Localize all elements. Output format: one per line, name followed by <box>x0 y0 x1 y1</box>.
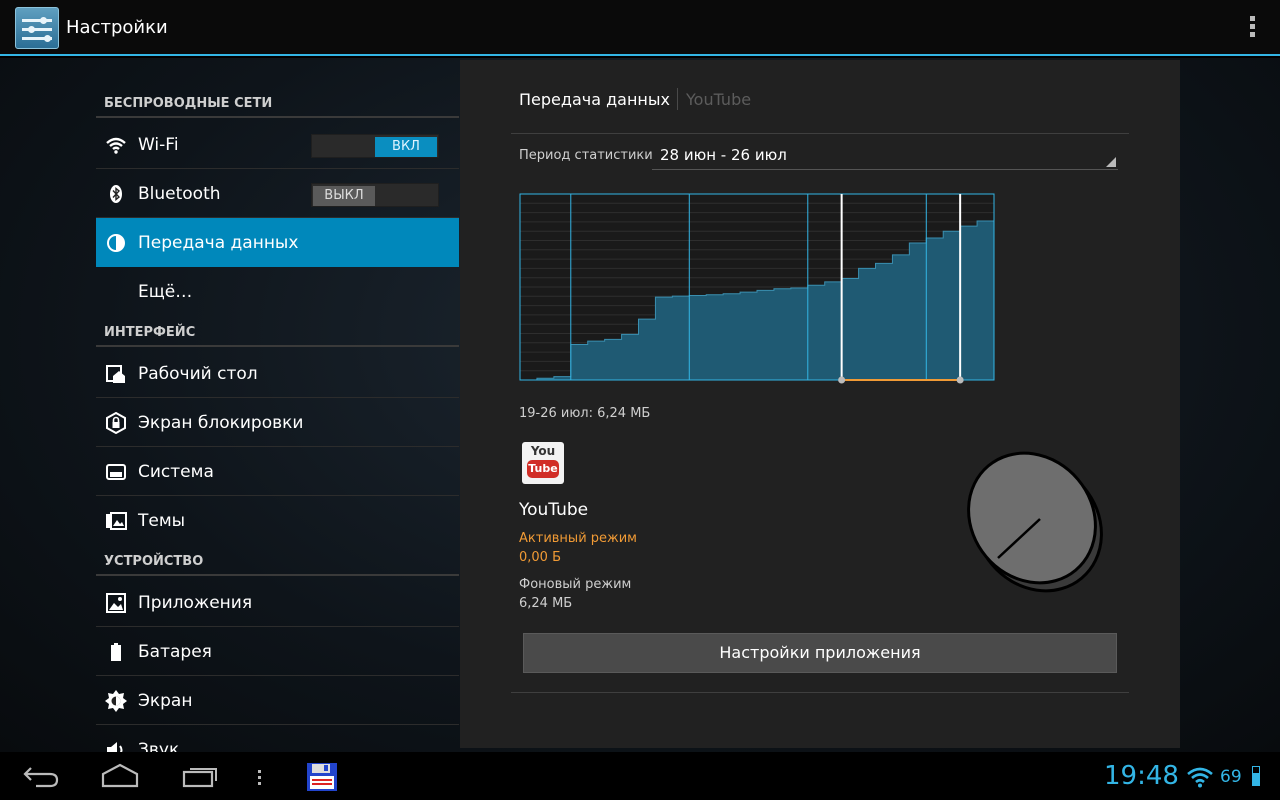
data-usage-chart[interactable] <box>518 188 1000 388</box>
navigation-bar: 19:48 69 <box>0 752 1280 800</box>
sidebar-item-lockscreen[interactable]: Экран блокировки <box>96 398 459 447</box>
bluetooth-toggle-state: ВЫКЛ <box>313 186 375 206</box>
sidebar-item-label: Приложения <box>138 593 253 613</box>
menu-icon[interactable] <box>255 760 265 792</box>
sidebar-item-apps[interactable]: Приложения <box>96 578 459 627</box>
sidebar-item-battery[interactable]: Батарея <box>96 627 459 676</box>
background-label: Фоновый режим <box>519 577 632 592</box>
foreground-value: 0,00 Б <box>519 550 561 565</box>
chart-selection-start-handle <box>838 376 846 384</box>
selected-range-usage: 19-26 июл: 6,24 МБ <box>519 406 651 421</box>
sidebar-item-label: Система <box>138 462 214 482</box>
sidebar-item-label: Bluetooth <box>138 184 221 204</box>
sidebar-item-label: Темы <box>138 511 186 531</box>
back-icon[interactable] <box>22 760 60 792</box>
recent-apps-icon[interactable] <box>182 760 220 792</box>
sidebar-item-label: Экран блокировки <box>138 413 304 433</box>
youtube-logo-tube: Tube <box>527 460 559 478</box>
wifi-toggle-state: ВКЛ <box>375 137 437 157</box>
action-bar: Настройки <box>0 0 1280 56</box>
data-usage-icon <box>105 232 127 254</box>
sidebar-item-label: Звук <box>138 740 180 752</box>
youtube-logo-you: You <box>530 444 556 458</box>
battery-level: 69 <box>1220 767 1242 787</box>
app-title: Настройки <box>66 17 168 38</box>
wifi-toggle[interactable]: ВКЛ <box>311 134 439 158</box>
content-area: БЕСПРОВОДНЫЕ СЕТИ Wi-Fi ВКЛ Bluetooth ВЫ… <box>0 58 1280 752</box>
background-value: 6,24 МБ <box>519 596 573 611</box>
bluetooth-icon <box>105 183 127 205</box>
brightness-icon <box>105 690 127 712</box>
sidebar-item-label: Экран <box>138 691 193 711</box>
speaker-icon <box>105 739 127 752</box>
sidebar-item-label: Wi-Fi <box>138 135 179 155</box>
wifi-signal-icon <box>1187 767 1213 788</box>
foreground-label: Активный режим <box>519 531 637 546</box>
sidebar-item-themes[interactable]: Темы <box>96 496 459 545</box>
section-header-device: УСТРОЙСТВО <box>96 546 459 576</box>
sidebar-item-label: Передача данных <box>138 233 299 253</box>
chart-selection-end-handle <box>956 376 964 384</box>
usage-pie-chart <box>967 451 1103 593</box>
sidebar-item-display[interactable]: Экран <box>96 676 459 725</box>
sidebar-item-data-usage[interactable]: Передача данных <box>96 218 459 267</box>
period-label: Период статистики <box>519 148 653 163</box>
panel-title: Передача данных <box>519 90 670 109</box>
settings-app-icon[interactable] <box>15 7 59 49</box>
title-divider <box>677 88 678 110</box>
sidebar-item-label: Батарея <box>138 642 212 662</box>
status-clock[interactable]: 19:48 <box>1104 761 1179 791</box>
wifi-icon <box>105 134 127 156</box>
period-dropdown[interactable]: 28 июн - 26 июл <box>652 144 1118 170</box>
app-name: YouTube <box>519 500 589 520</box>
battery-icon <box>105 641 127 663</box>
overflow-menu-icon[interactable] <box>1250 16 1256 38</box>
period-value: 28 июн - 26 июл <box>660 146 787 164</box>
sidebar-item-label: Рабочий стол <box>138 364 258 384</box>
sidebar-item-system[interactable]: Система <box>96 447 459 496</box>
apps-icon <box>105 592 127 614</box>
divider <box>511 133 1129 134</box>
system-icon <box>105 461 127 483</box>
save-notification-icon[interactable] <box>306 761 338 793</box>
section-header-interface: ИНТЕРФЕЙС <box>96 317 459 347</box>
settings-sidebar: БЕСПРОВОДНЫЕ СЕТИ Wi-Fi ВКЛ Bluetooth ВЫ… <box>96 58 459 752</box>
app-settings-button[interactable]: Настройки приложения <box>523 633 1117 673</box>
data-usage-panel: Передача данных YouTube Период статистик… <box>460 60 1180 748</box>
sidebar-item-sound[interactable]: Звук <box>96 725 459 752</box>
themes-icon <box>105 510 127 532</box>
sidebar-item-more[interactable]: Ещё… <box>96 267 459 316</box>
battery-status-icon <box>1252 766 1260 786</box>
section-header-wireless: БЕСПРОВОДНЫЕ СЕТИ <box>96 88 459 118</box>
bluetooth-toggle[interactable]: ВЫКЛ <box>311 183 439 207</box>
lock-icon <box>105 411 127 435</box>
youtube-app-icon: You Tube <box>522 442 564 484</box>
panel-subtitle: YouTube <box>686 90 752 109</box>
sidebar-item-bluetooth[interactable]: Bluetooth ВЫКЛ <box>96 169 459 218</box>
home-screen-icon <box>105 363 127 385</box>
sidebar-item-home[interactable]: Рабочий стол <box>96 349 459 398</box>
sidebar-item-label: Ещё… <box>138 282 193 302</box>
sidebar-item-wifi[interactable]: Wi-Fi ВКЛ <box>96 120 459 169</box>
divider <box>511 692 1129 693</box>
home-icon[interactable] <box>101 760 139 792</box>
dropdown-arrow-icon <box>1106 157 1116 167</box>
